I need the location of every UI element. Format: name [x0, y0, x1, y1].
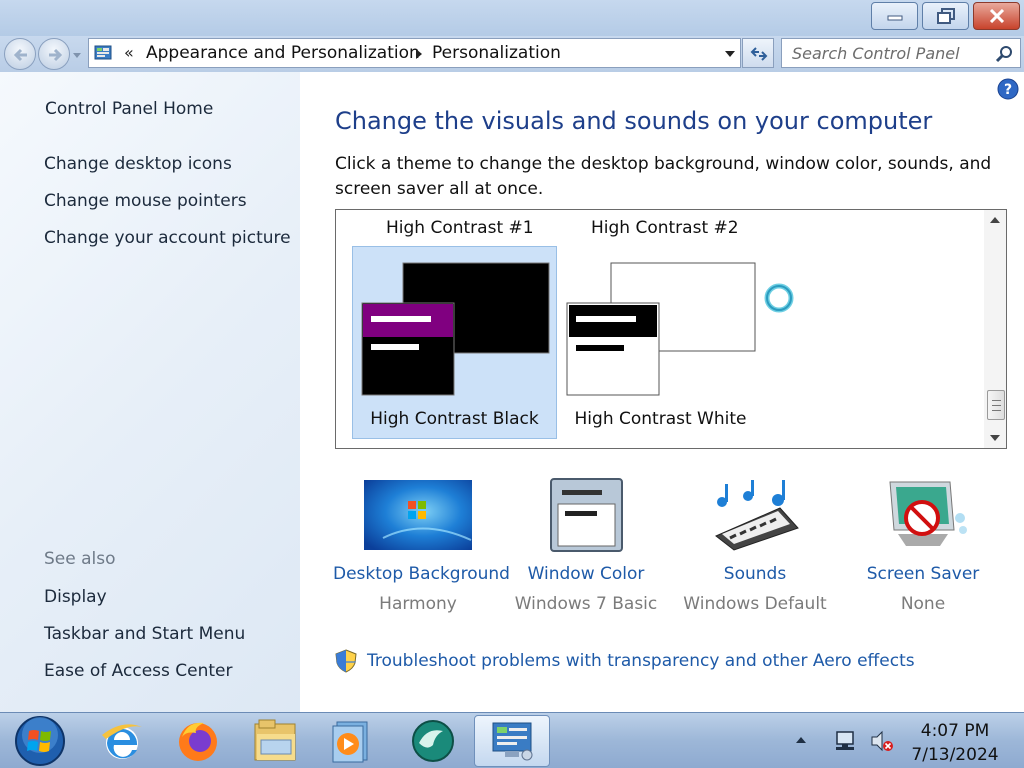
windows-start-icon — [15, 716, 65, 766]
display-link[interactable]: Display — [44, 587, 107, 607]
setting-label[interactable]: Desktop Background — [333, 564, 510, 584]
internet-explorer-taskbar-button[interactable] — [92, 715, 152, 767]
sidebar: Control Panel Home Change desktop icons … — [0, 72, 300, 712]
restore-icon — [936, 8, 955, 24]
refresh-button[interactable] — [742, 38, 774, 68]
help-icon[interactable]: ? — [997, 78, 1019, 100]
firefox-taskbar-button[interactable] — [168, 715, 228, 767]
setting-value: Windows 7 Basic — [514, 594, 658, 614]
setting-value: None — [900, 594, 946, 614]
breadcrumb-personalization[interactable]: Personalization — [432, 43, 561, 63]
sounds-setting[interactable]: Sounds Windows Default — [670, 478, 840, 614]
start-button[interactable] — [10, 715, 70, 767]
setting-label[interactable]: Window Color — [501, 564, 671, 584]
shield-icon — [335, 649, 357, 673]
theme-high-contrast-white[interactable]: High Contrast White — [558, 246, 763, 439]
address-bar[interactable]: « Appearance and Personalization Persona… — [88, 38, 741, 68]
minimize-button[interactable] — [871, 2, 918, 30]
forward-button[interactable] — [38, 38, 70, 70]
minimize-icon — [887, 15, 902, 21]
app-taskbar-button[interactable] — [403, 715, 463, 767]
forward-arrow-icon — [49, 48, 63, 62]
volume-muted-icon[interactable] — [870, 729, 894, 753]
network-icon[interactable] — [833, 729, 857, 753]
ease-of-access-center-link[interactable]: Ease of Access Center — [44, 661, 233, 681]
troubleshoot-link-text[interactable]: Troubleshoot problems with transparency … — [367, 651, 915, 671]
breadcrumb-overflow-chevron[interactable]: « — [124, 43, 134, 62]
window-color-icon — [531, 478, 641, 552]
search-box — [781, 38, 1021, 68]
scroll-up-arrow-icon[interactable] — [989, 216, 1001, 224]
screen-saver-setting[interactable]: Screen Saver None — [838, 478, 1008, 614]
setting-label[interactable]: Sounds — [670, 564, 840, 584]
setting-label[interactable]: Screen Saver — [838, 564, 1008, 584]
address-dropdown-icon[interactable] — [724, 50, 736, 58]
page-title: Change the visuals and sounds on your co… — [335, 107, 933, 135]
theme-high-contrast-black[interactable]: High Contrast Black — [352, 246, 557, 439]
taskbar: 4:07 PM 7/13/2024 — [0, 712, 1024, 768]
theme-preview-high-contrast-black — [361, 262, 550, 396]
see-also-heading: See also — [44, 549, 116, 569]
media-player-taskbar-button[interactable] — [320, 715, 380, 767]
desktop-background-setting[interactable]: Desktop Background Harmony — [333, 478, 510, 614]
firefox-icon — [179, 722, 217, 761]
control-panel-icon — [492, 722, 533, 761]
window-color-setting[interactable]: Window Color Windows 7 Basic — [501, 478, 671, 614]
refresh-icon — [750, 47, 768, 61]
navigation-bar: « Appearance and Personalization Persona… — [0, 36, 1024, 72]
recent-pages-dropdown-icon[interactable] — [72, 52, 82, 60]
back-arrow-icon — [13, 48, 27, 62]
internet-explorer-icon — [102, 724, 142, 759]
main-content: ? Change the visuals and sounds on your … — [300, 72, 1024, 712]
file-explorer-icon — [254, 719, 296, 761]
close-button[interactable] — [973, 2, 1020, 30]
svg-text:?: ? — [1004, 82, 1012, 98]
loading-spinner-icon — [764, 283, 794, 313]
taskbar-and-start-menu-link[interactable]: Taskbar and Start Menu — [44, 624, 245, 644]
scroll-down-arrow-icon[interactable] — [989, 434, 1001, 442]
setting-value: Harmony — [379, 594, 457, 614]
clock-time[interactable]: 4:07 PM — [905, 721, 1005, 741]
setting-value: Windows Default — [683, 594, 827, 614]
window-title-bar — [0, 0, 1024, 36]
search-input[interactable] — [782, 39, 987, 67]
restore-button[interactable] — [922, 2, 969, 30]
screen-saver-icon — [868, 478, 978, 552]
theme-group-label: High Contrast #2 — [591, 218, 739, 238]
scroll-thumb[interactable] — [987, 390, 1005, 420]
theme-list: High Contrast #1 High Contrast #2 High C… — [335, 209, 1007, 449]
theme-group-label: High Contrast #1 — [386, 218, 534, 238]
app-icon — [412, 720, 454, 762]
media-player-icon — [332, 721, 368, 763]
back-button[interactable] — [4, 38, 36, 70]
page-description: Click a theme to change the desktop back… — [335, 154, 992, 199]
theme-name: High Contrast White — [574, 409, 747, 429]
desktop-background-icon — [363, 478, 473, 552]
theme-preview-high-contrast-white — [566, 262, 756, 396]
breadcrumb-separator-arrow-icon[interactable] — [415, 48, 423, 60]
show-hidden-icons-icon[interactable] — [795, 736, 807, 744]
theme-list-scrollbar[interactable] — [984, 210, 1006, 448]
change-desktop-icons-link[interactable]: Change desktop icons — [44, 154, 232, 174]
theme-name: High Contrast Black — [370, 409, 539, 429]
breadcrumb-appearance-and-personalization[interactable]: Appearance and Personalization — [146, 43, 420, 63]
change-mouse-pointers-link[interactable]: Change mouse pointers — [44, 191, 247, 211]
clock-date[interactable]: 7/13/2024 — [905, 745, 1005, 765]
control-panel-home-link[interactable]: Control Panel Home — [45, 99, 213, 119]
change-account-picture-link[interactable]: Change your account picture — [44, 228, 291, 248]
control-panel-taskbar-button[interactable] — [474, 715, 550, 767]
file-explorer-taskbar-button[interactable] — [246, 715, 306, 767]
search-icon[interactable] — [995, 45, 1013, 63]
close-icon — [989, 9, 1004, 23]
sounds-icon — [700, 478, 810, 552]
control-panel-icon — [94, 45, 112, 60]
